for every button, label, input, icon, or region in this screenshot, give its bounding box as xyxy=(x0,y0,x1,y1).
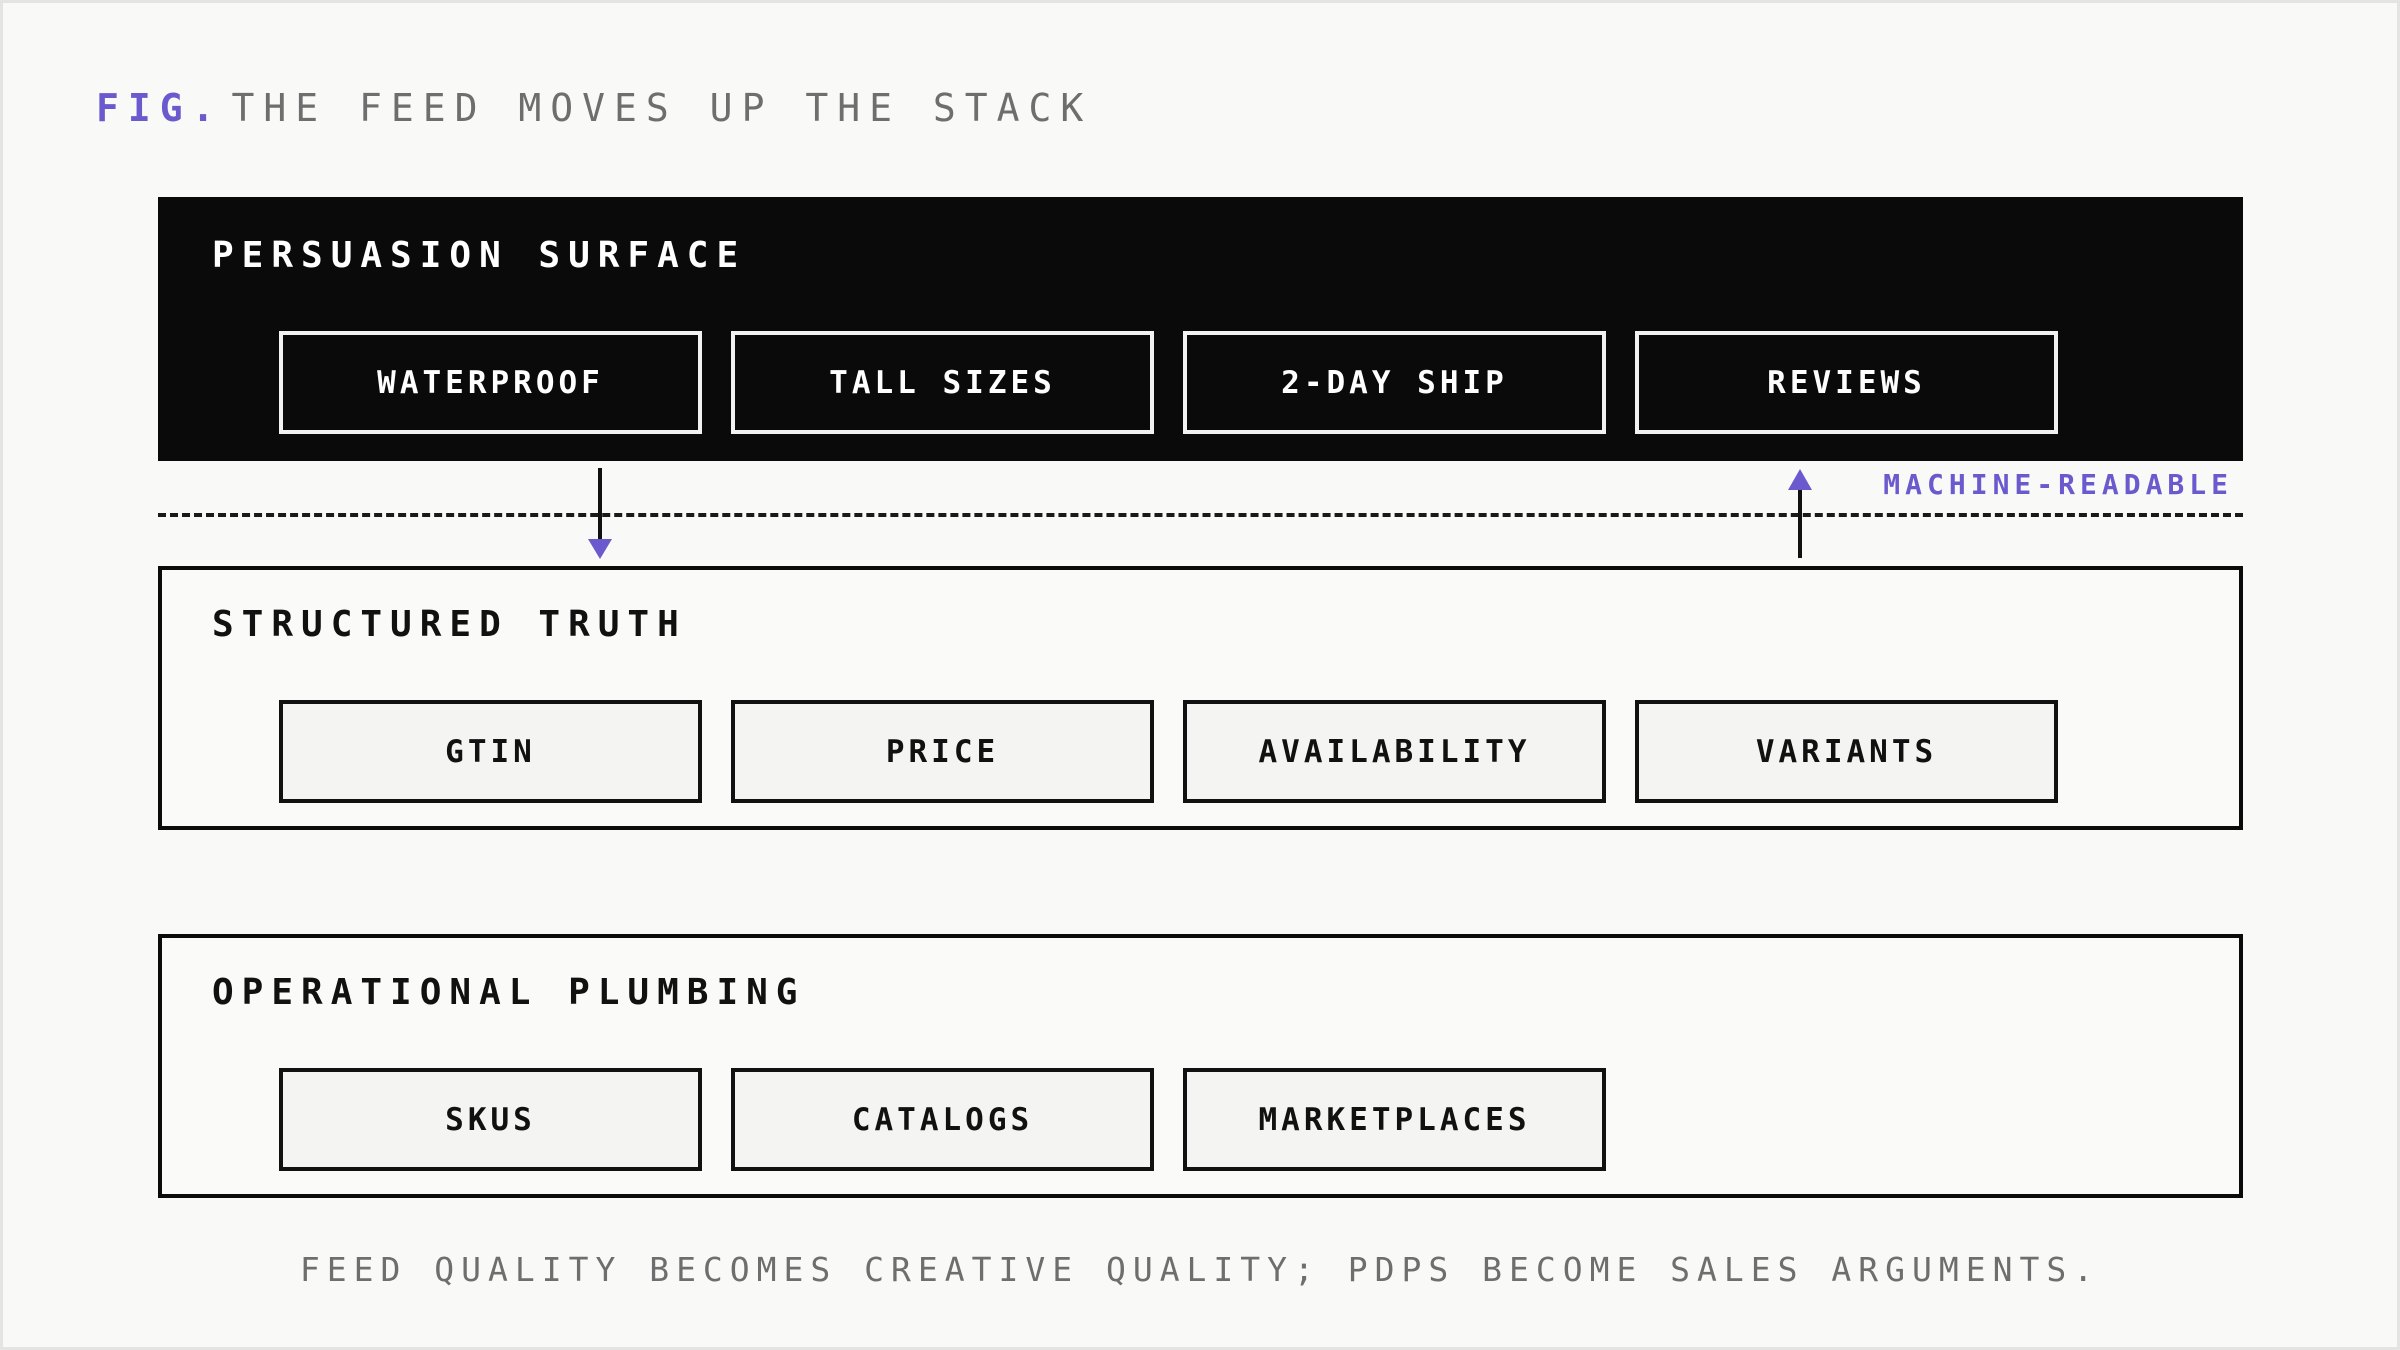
chip-availability: AVAILABILITY xyxy=(1183,700,1606,803)
chip-gtin: GTIN xyxy=(279,700,702,803)
chip-marketplaces: MARKETPLACES xyxy=(1183,1068,1606,1171)
up-arrow xyxy=(1788,469,1812,558)
down-arrow xyxy=(588,468,612,559)
layer-structured-truth: STRUCTURED TRUTH GTIN PRICE AVAILABILITY… xyxy=(158,566,2243,830)
figure-caption: FEED QUALITY BECOMES CREATIVE QUALITY; P… xyxy=(299,1250,2101,1289)
chip-skus: SKUS xyxy=(279,1068,702,1171)
layer-operational-plumbing: OPERATIONAL PLUMBING SKUS CATALOGS MARKE… xyxy=(158,934,2243,1198)
chip-variants: VARIANTS xyxy=(1635,700,2058,803)
layer-label: STRUCTURED TRUTH xyxy=(212,604,687,645)
layer-label: OPERATIONAL PLUMBING xyxy=(212,972,806,1013)
chip-price: PRICE xyxy=(731,700,1154,803)
chip-catalogs: CATALOGS xyxy=(731,1068,1154,1171)
